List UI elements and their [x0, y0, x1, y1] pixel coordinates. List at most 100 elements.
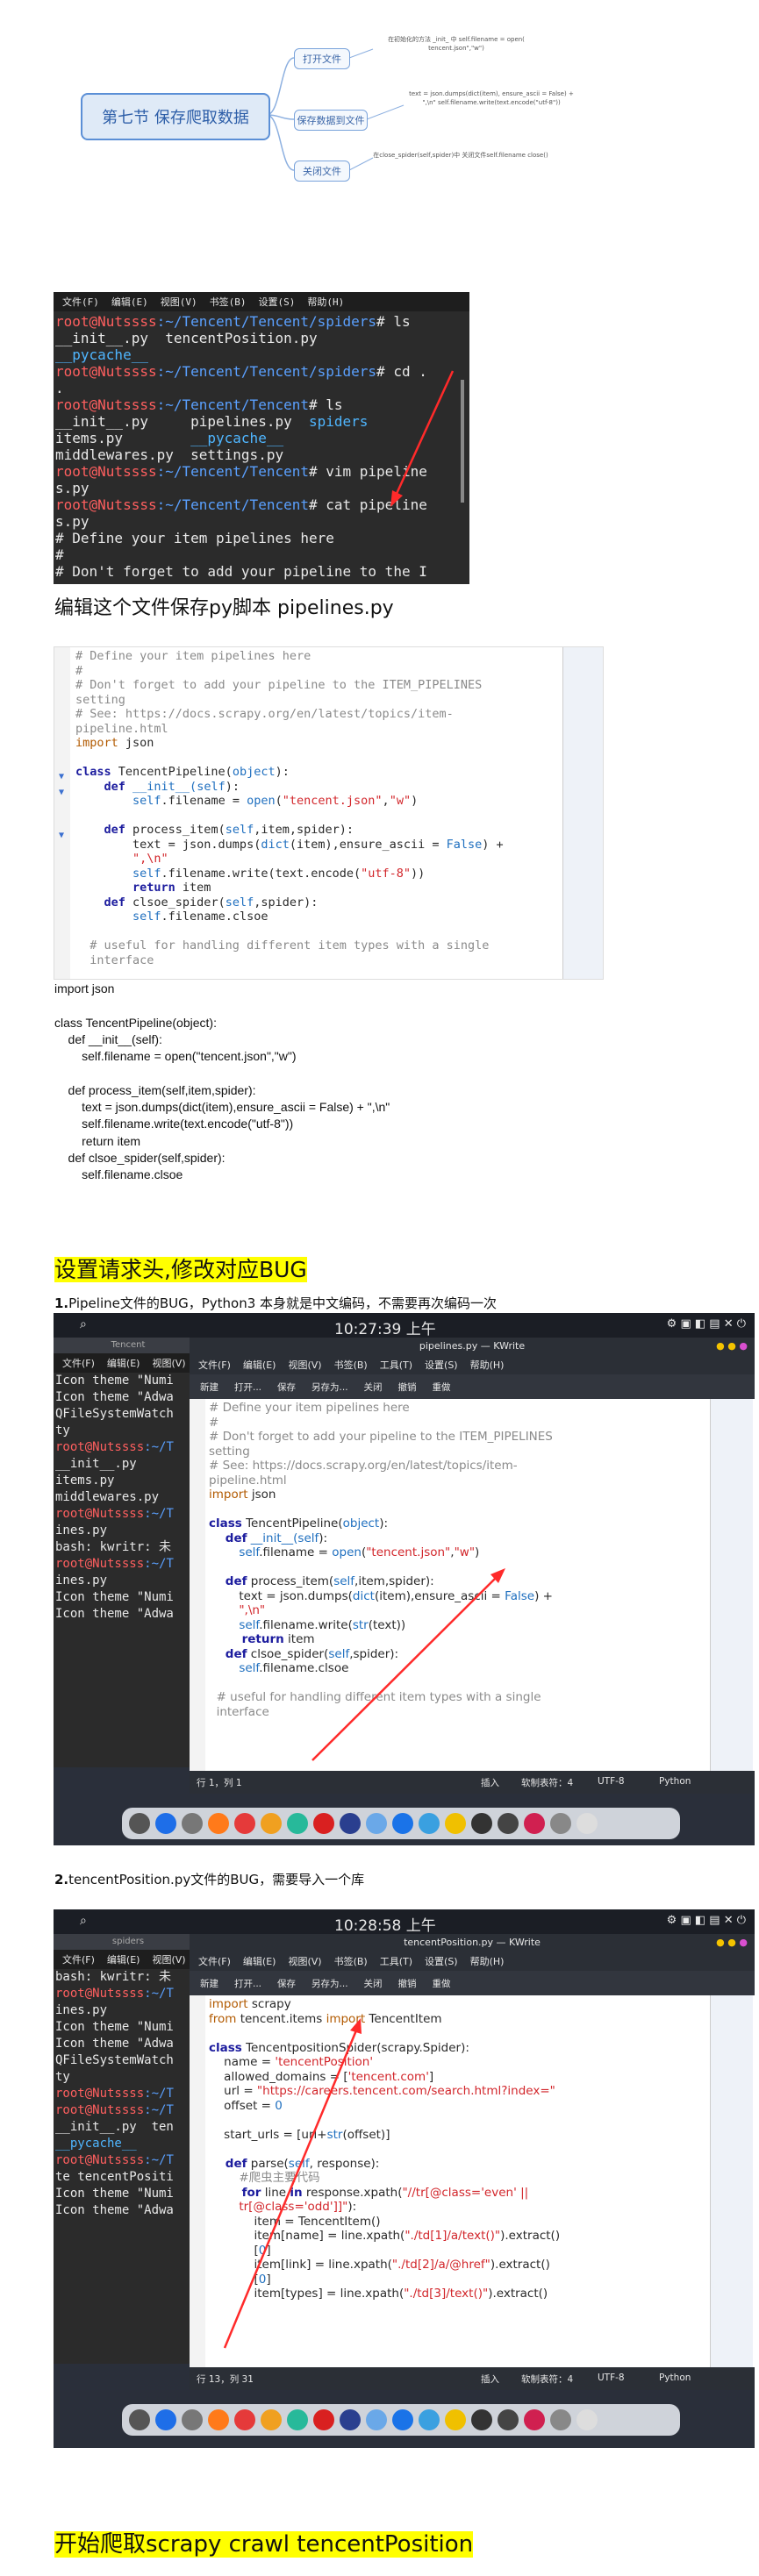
app-icon[interactable]: [287, 1813, 308, 1834]
app-dock: [122, 2404, 680, 2436]
app-icon[interactable]: [445, 2409, 466, 2430]
clock: 10:28:58 上午: [334, 1917, 436, 1935]
search-icon[interactable]: ⌕: [80, 1317, 87, 1331]
terminal-tab[interactable]: Tencent: [54, 1338, 203, 1353]
code-line: self.filename.clsoe: [75, 910, 269, 924]
app-icon[interactable]: [129, 2409, 150, 2430]
code-editor-pipelines: ▼ ▼ ▼ # Define your item pipelines here #…: [54, 646, 604, 980]
app-icon[interactable]: [498, 2409, 519, 2430]
terminal-line: Icon theme "Adwa: [55, 2037, 174, 2051]
app-icon[interactable]: [155, 1813, 176, 1834]
menu-item[interactable]: 视图(V): [152, 1952, 185, 1966]
red-arrow-annotation: [223, 2018, 362, 2349]
app-icon[interactable]: [524, 1813, 545, 1834]
terminal-line: ines.py: [55, 1573, 108, 1588]
app-icon[interactable]: [471, 1813, 492, 1834]
editor-minimap[interactable]: [562, 647, 603, 979]
desktop-screenshot-1: 10:27:39 上午 ⌕ ⚙ ▣ ◧ ▤ ✕ ⏻ Tencent 文件(F) 编…: [54, 1313, 755, 1845]
terminal-line: root@Nutssss:~/T: [55, 1557, 174, 1571]
mindmap-branch-save-data: 保存数据到文件: [294, 110, 368, 131]
mindmap-root: 第七节 保存爬取数据: [81, 93, 270, 140]
fold-marker-icon[interactable]: ▼: [59, 772, 64, 781]
code-line: # See: https://docs.scrapy.org/en/latest…: [75, 707, 454, 721]
search-icon[interactable]: ⌕: [80, 1914, 87, 1928]
app-icon[interactable]: [366, 2409, 387, 2430]
heading-request-headers: 设置请求头,修改对应BUG: [54, 1252, 307, 1284]
app-icon[interactable]: [313, 2409, 334, 2430]
step-1-description: 1.Pipeline文件的BUG，Python3 本身就是中文编码，不需要再次编…: [54, 1294, 497, 1312]
fold-marker-icon[interactable]: ▼: [59, 788, 64, 797]
menu-item[interactable]: 编辑(E): [107, 1356, 140, 1370]
terminal-line: QFileSystemWatch: [55, 2053, 174, 2067]
mindmap-note-save-data: text = json.dumps(dict(item), ensure_asc…: [409, 90, 574, 106]
code-line: self.filename.write(text.encode("utf-8")…: [75, 866, 426, 881]
app-icon[interactable]: [261, 2409, 282, 2430]
menu-item[interactable]: 编辑(E): [107, 1952, 140, 1966]
code-line: text = json.dumps(dict(item),ensure_asci…: [75, 837, 504, 852]
app-icon[interactable]: [445, 1813, 466, 1834]
step-text: tencentPosition.py文件的BUG，需要导入一个库: [68, 1872, 365, 1887]
app-icon[interactable]: [208, 2409, 229, 2430]
app-icon[interactable]: [550, 1813, 571, 1834]
app-icon[interactable]: [471, 2409, 492, 2430]
app-icon[interactable]: [261, 1813, 282, 1834]
menu-item[interactable]: 文件(F): [62, 1356, 95, 1370]
caption-pipelines: 编辑这个文件保存py脚本 pipelines.py: [54, 597, 394, 619]
menu-item[interactable]: 视图(V): [152, 1356, 185, 1370]
app-icon[interactable]: [129, 1813, 150, 1834]
kwrite-window: tencentPosition.py — KWrite ● ● ● 文件(F) 编…: [190, 1934, 755, 2390]
terminal-line: Icon theme "Adwa: [55, 2203, 174, 2217]
app-icon[interactable]: [234, 2409, 255, 2430]
step-number: 1.: [54, 1295, 69, 1311]
code-line: interface: [75, 953, 154, 967]
trash-icon[interactable]: [576, 1813, 598, 1834]
terminal-line: bash: kwritr: 未: [55, 1540, 172, 1554]
background-terminal: Tencent 文件(F) 编辑(E) 视图(V) Icon theme "Numi…: [54, 1338, 203, 1767]
terminal-tab[interactable]: spiders: [54, 1934, 203, 1950]
terminal-line: Icon theme "Numi: [55, 2187, 174, 2201]
mindmap-note-close-file: 在close_spider(self,spider)中 关闭文件self.fil…: [373, 152, 548, 159]
terminal-scrollbar[interactable]: [461, 380, 464, 503]
app-icon[interactable]: [419, 2409, 440, 2430]
app-icon[interactable]: [498, 1813, 519, 1834]
app-icon[interactable]: [340, 2409, 361, 2430]
app-icon[interactable]: [234, 1813, 255, 1834]
app-icon[interactable]: [340, 1813, 361, 1834]
app-icon[interactable]: [419, 1813, 440, 1834]
terminal-line: root@Nutssss:~/T: [55, 1507, 174, 1521]
tray-icons[interactable]: ⚙ ▣ ◧ ▤ ✕ ⏻: [667, 1317, 746, 1331]
app-icon[interactable]: [392, 1813, 413, 1834]
terminal-line: Icon theme "Numi: [55, 1374, 174, 1388]
step-number: 2.: [54, 1872, 69, 1887]
app-icon[interactable]: [287, 2409, 308, 2430]
app-icon[interactable]: [392, 2409, 413, 2430]
app-icon[interactable]: [155, 2409, 176, 2430]
app-icon[interactable]: [366, 1813, 387, 1834]
mindmap-branch-close-file: 关闭文件: [294, 161, 350, 182]
app-icon[interactable]: [182, 1813, 203, 1834]
desktop-screenshot-2: 10:28:58 上午 ⌕ ⚙ ▣ ◧ ▤ ✕ ⏻ spiders 文件(F) 编…: [54, 1909, 755, 2448]
app-icon[interactable]: [550, 2409, 571, 2430]
fold-marker-icon[interactable]: ▼: [59, 831, 64, 840]
terminal-line: __pycache__: [55, 2137, 137, 2151]
tray-icons[interactable]: ⚙ ▣ ◧ ▤ ✕ ⏻: [667, 1914, 746, 1927]
terminal-line: root@Nutssss:~/T: [55, 1987, 174, 2001]
code-content[interactable]: # Define your item pipelines here # # Don'…: [75, 649, 504, 967]
terminal-line: items.py: [55, 1474, 115, 1488]
terminal-line: QFileSystemWatch: [55, 1407, 174, 1421]
terminal-output: bash: kwritr: 未 root@Nutssss:~/T ines.py Ic…: [54, 1969, 203, 2219]
terminal-line: ty: [55, 1424, 70, 1438]
trash-icon[interactable]: [576, 2409, 598, 2430]
terminal-line: ines.py: [55, 2003, 108, 2017]
app-icon[interactable]: [182, 2409, 203, 2430]
menu-item[interactable]: 文件(F): [62, 1952, 95, 1966]
app-icon[interactable]: [313, 1813, 334, 1834]
heading-highlight: 设置请求头,修改对应BUG: [54, 1257, 307, 1282]
code-line: pipeline.html: [75, 721, 168, 736]
app-dock: [122, 1808, 680, 1839]
app-icon[interactable]: [524, 2409, 545, 2430]
app-icon[interactable]: [208, 1813, 229, 1834]
red-arrow-annotation: [311, 1568, 505, 1761]
